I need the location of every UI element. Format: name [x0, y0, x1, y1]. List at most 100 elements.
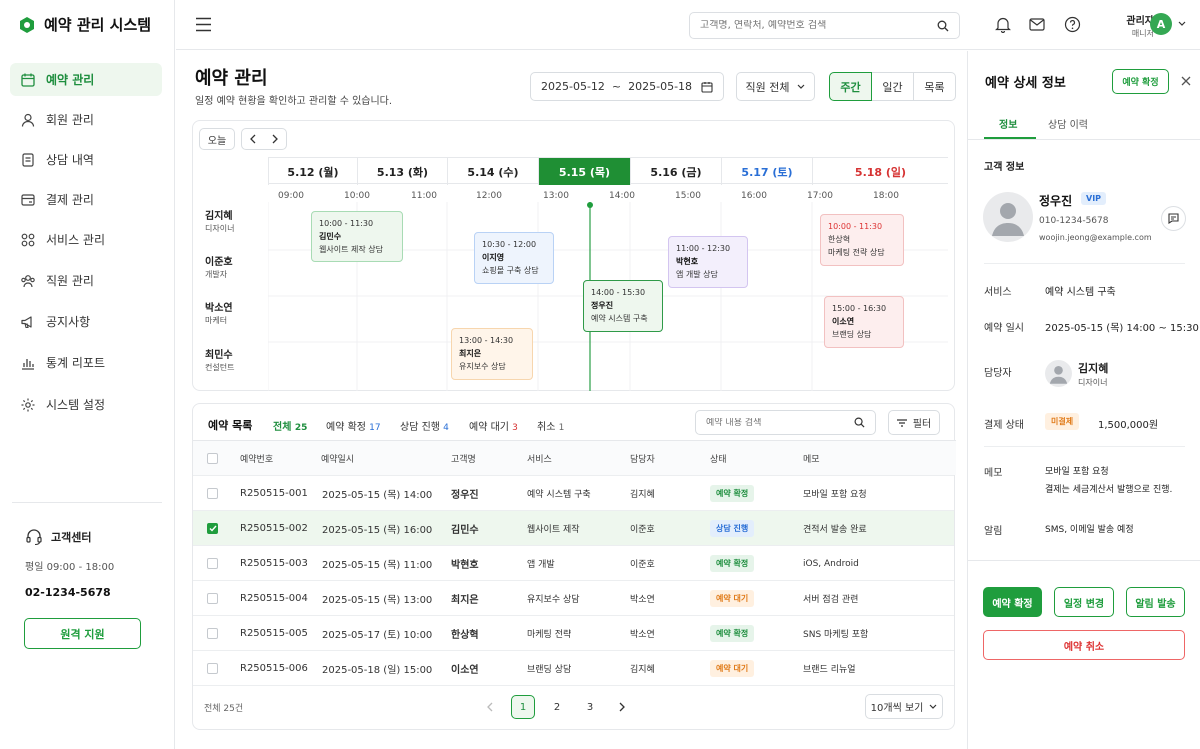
table-row-selected[interactable]: R250515-002 2025-05-15 (목) 16:00 김민수 웹사이… [193, 510, 954, 545]
send-notification-button[interactable]: 알림 발송 [1126, 587, 1185, 617]
page-button[interactable]: 2 [550, 695, 564, 719]
section-title: 고객 정보 [984, 162, 1025, 173]
sidebar-item-staff[interactable]: 직원 관리 [10, 264, 162, 297]
day-header[interactable]: 5.18 (일) [812, 158, 948, 185]
table-row[interactable]: R250515-004 2025-05-15 (목) 13:00 최지은 유지보… [193, 580, 954, 615]
event-card[interactable]: 15:00 - 16:30 이소연 브랜딩 상담 [824, 296, 904, 348]
row-checkbox[interactable] [207, 488, 218, 499]
sidebar-item-stats[interactable]: 통계 리포트 [10, 346, 162, 379]
tab-all[interactable]: 전체 25 [273, 418, 307, 433]
table-row[interactable]: R250515-001 2025-05-15 (목) 14:00 정우진 예약 … [193, 475, 954, 510]
view-weekly-button[interactable]: 주간 [829, 72, 872, 101]
tab-info[interactable]: 정보 [999, 116, 1017, 131]
view-list-button[interactable]: 목록 [914, 72, 956, 101]
help-icon[interactable] [1064, 16, 1081, 33]
event-card[interactable]: 13:00 - 14:30 최지은 유지보수 상담 [451, 328, 533, 380]
chevron-right-icon[interactable] [272, 134, 278, 144]
table-row[interactable]: R250515-003 2025-05-15 (목) 11:00 박현호 앱 개… [193, 545, 954, 580]
cell-customer: 박현호 [451, 560, 479, 571]
table-row[interactable]: R250515-005 2025-05-17 (토) 10:00 한상혁 마케팅… [193, 615, 954, 650]
tab-count: 17 [369, 423, 381, 433]
sidebar-item-notice[interactable]: 공지사항 [10, 305, 162, 338]
event-time: 10:30 - 12:00 [482, 240, 537, 249]
cancel-reservation-button[interactable]: 예약 취소 [983, 630, 1185, 660]
row-checkbox[interactable] [207, 628, 218, 639]
event-customer: 박현호 [676, 257, 699, 266]
table-row[interactable]: R250515-006 2025-05-18 (일) 15:00 이소연 브랜딩… [193, 650, 954, 685]
megaphone-icon [21, 315, 32, 328]
row-checkbox[interactable] [207, 558, 218, 569]
global-search[interactable] [689, 12, 960, 39]
remote-support-button[interactable]: 원격 지원 [24, 618, 141, 649]
day-header-selected[interactable]: 5.15 (목) [538, 158, 630, 185]
tab-label: 취소 [537, 422, 556, 433]
event-card[interactable]: 11:00 - 12:30 박현호 앱 개발 상담 [668, 236, 748, 288]
list-search[interactable] [695, 410, 876, 435]
day-header[interactable]: 5.13 (화) [357, 158, 447, 185]
bell-icon[interactable] [995, 16, 1011, 33]
team-icon [21, 274, 35, 287]
day-header[interactable]: 5.16 (금) [630, 158, 721, 185]
confirm-status-badge[interactable]: 예약 확정 [1112, 69, 1169, 94]
search-icon[interactable] [937, 20, 949, 32]
today-button[interactable]: 오늘 [199, 128, 235, 150]
cell-datetime: 2025-05-15 (목) 16:00 [322, 525, 433, 536]
event-card[interactable]: 10:30 - 12:00 이지영 쇼핑몰 구축 상담 [474, 232, 554, 284]
mail-icon[interactable] [1029, 18, 1045, 31]
tab-confirmed[interactable]: 예약 확정 17 [326, 418, 381, 433]
tab-history[interactable]: 상담 이력 [1048, 116, 1088, 131]
menu-icon[interactable] [195, 17, 212, 32]
confirm-reservation-button[interactable]: 예약 확정 [983, 587, 1042, 617]
sidebar-item-consultation[interactable]: 상담 내역 [10, 143, 162, 176]
cell-datetime: 2025-05-15 (목) 13:00 [322, 595, 433, 606]
event-card[interactable]: 10:00 - 11:30 김민수 웹사이트 제작 상담 [311, 211, 403, 262]
sidebar-item-services[interactable]: 서비스 관리 [10, 223, 162, 256]
message-button[interactable] [1161, 206, 1186, 231]
event-service: 유지보수 상담 [459, 362, 506, 371]
week-nav [241, 128, 287, 150]
staff-label: 담당자 [984, 368, 1012, 379]
sidebar-item-settings[interactable]: 시스템 설정 [10, 388, 162, 421]
row-checkbox[interactable] [207, 593, 218, 604]
date-range-picker[interactable]: 2025-05-12 ~ 2025-05-18 [530, 72, 724, 101]
chevron-left-icon[interactable] [250, 134, 256, 144]
staff-filter-select[interactable]: 직원 전체 [736, 72, 815, 101]
day-header[interactable]: 5.17 (토) [721, 158, 812, 185]
chevron-right-icon[interactable] [619, 702, 625, 712]
close-icon[interactable] [1181, 76, 1191, 86]
cell-staff: 이준호 [630, 560, 655, 570]
global-search-input[interactable] [700, 20, 920, 31]
page-size-select[interactable]: 10개씩 보기 [865, 694, 943, 719]
chevron-left-icon[interactable] [487, 702, 493, 712]
select-all-checkbox[interactable] [207, 453, 218, 464]
list-search-input[interactable] [706, 417, 846, 428]
search-icon[interactable] [854, 417, 865, 428]
sidebar-item-payment[interactable]: 결제 관리 [10, 183, 162, 216]
day-header[interactable]: 5.12 (월) [268, 158, 357, 185]
tab-cancelled[interactable]: 취소 1 [537, 418, 564, 433]
sidebar-item-reservation[interactable]: 예약 관리 [10, 63, 162, 96]
chevron-down-icon[interactable] [1178, 21, 1186, 27]
filter-button[interactable]: 필터 [888, 410, 940, 435]
view-daily-button[interactable]: 일간 [872, 72, 914, 101]
page-button-active[interactable]: 1 [511, 695, 535, 719]
tab-label: 상담 진행 [400, 422, 440, 433]
staff-name: 이준호 [205, 257, 233, 268]
sidebar-item-label: 통계 리포트 [46, 356, 106, 370]
tab-waiting[interactable]: 예약 대기 3 [469, 418, 518, 433]
event-service: 예약 시스템 구축 [591, 314, 648, 323]
page-button[interactable]: 3 [583, 695, 597, 719]
sidebar-item-members[interactable]: 회원 관리 [10, 103, 162, 136]
tab-in-progress[interactable]: 상담 진행 4 [400, 418, 449, 433]
payment-status-badge: 미결제 [1045, 413, 1080, 430]
cell-memo: 모바일 포함 요청 [803, 490, 867, 500]
day-header[interactable]: 5.14 (수) [447, 158, 538, 185]
avatar[interactable]: A [1150, 13, 1172, 35]
app-logo[interactable]: 예약 관리 시스템 [18, 14, 151, 35]
event-card[interactable]: 10:00 - 11:30 한상혁 마케팅 전략 상담 [820, 214, 904, 266]
event-card-selected[interactable]: 14:00 - 15:30 정우진 예약 시스템 구축 [583, 280, 663, 332]
reschedule-button[interactable]: 일정 변경 [1054, 587, 1114, 617]
row-checkbox-checked[interactable] [207, 523, 218, 534]
staff-role: 디자이너 [1078, 378, 1108, 387]
row-checkbox[interactable] [207, 663, 218, 674]
